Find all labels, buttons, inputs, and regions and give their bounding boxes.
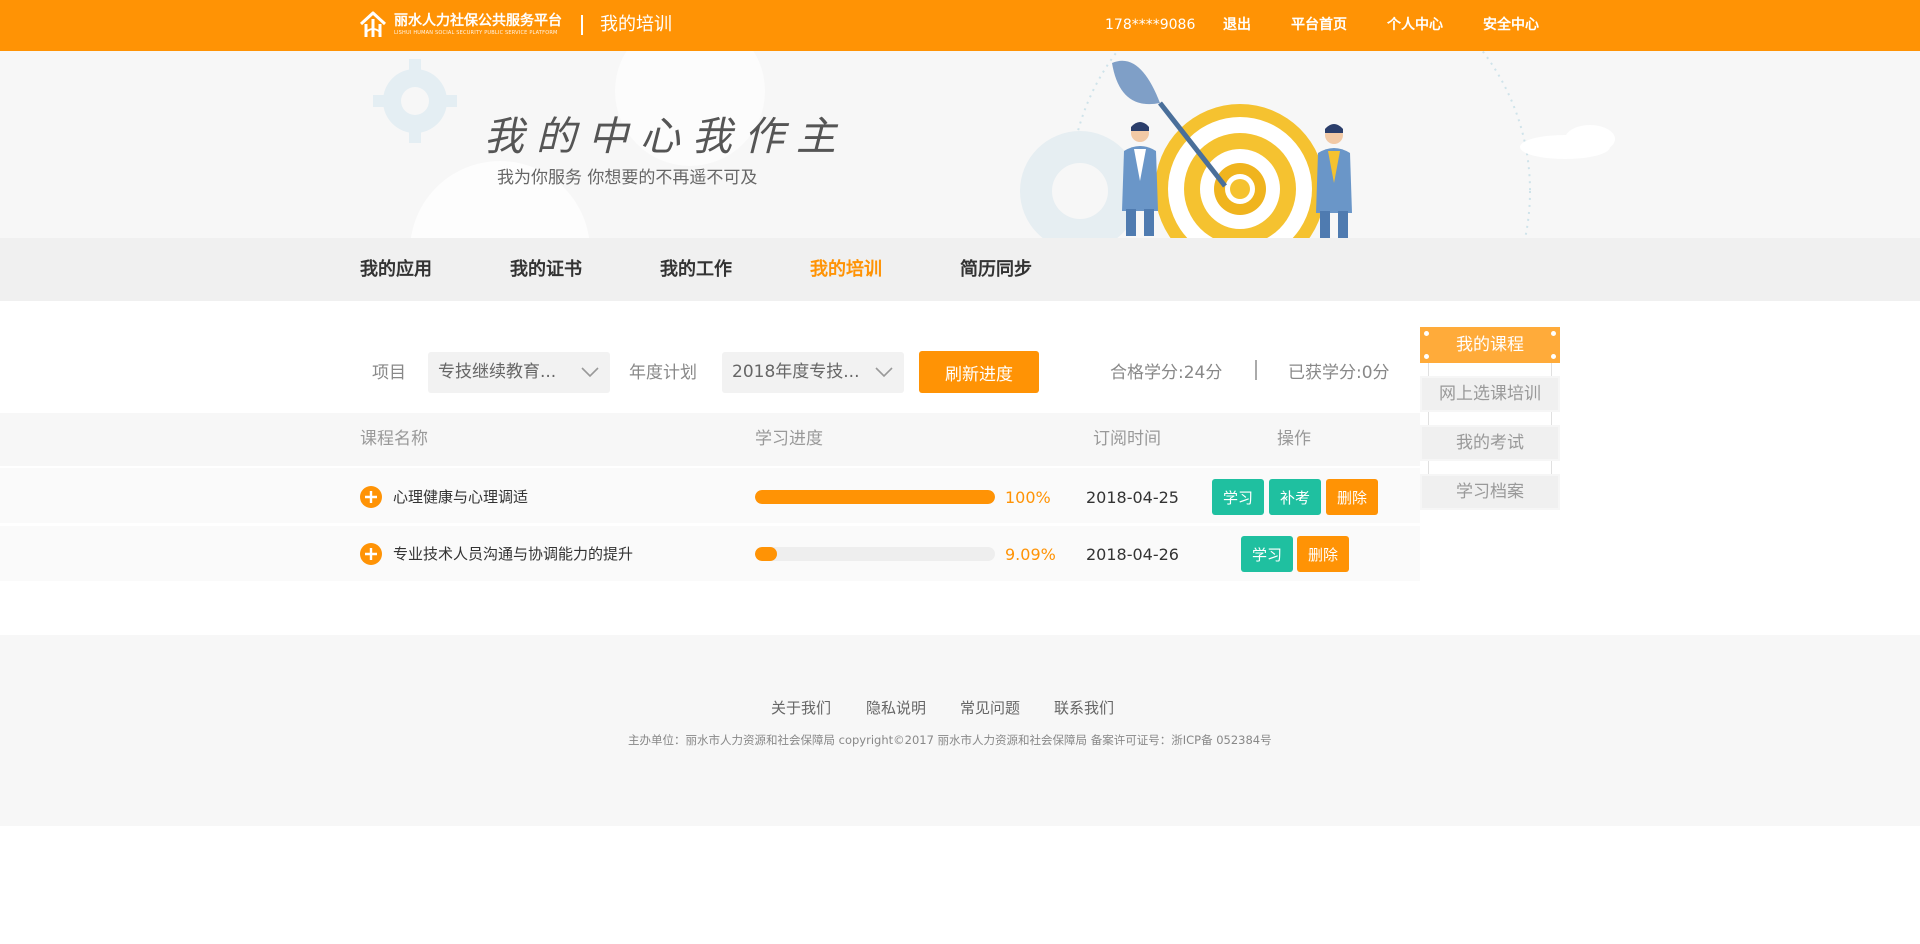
progress-bar <box>755 490 995 504</box>
delete-button[interactable]: 删除 <box>1297 536 1349 572</box>
subscribe-date: 2018-04-26 <box>1086 545 1179 564</box>
table-row <box>0 526 1420 581</box>
project-select-value: 专技继续教育... <box>438 362 557 382</box>
annual-plan-label: 年度计划 <box>629 363 697 383</box>
businessman-left-icon <box>1122 122 1158 236</box>
about-us-link[interactable]: 关于我们 <box>771 698 831 718</box>
footer: 关于我们 隐私说明 常见问题 联系我们 主办单位：丽水市人力资源和社会保障局 c… <box>0 635 1920 826</box>
progress-bar <box>755 547 995 561</box>
faq-link[interactable]: 常见问题 <box>960 698 1020 718</box>
study-button[interactable]: 学习 <box>1241 536 1293 572</box>
platform-logo[interactable]: 丽水人力社保公共服务平台 LISHUI HUMAN SOCIAL SECURIT… <box>358 9 562 41</box>
expand-plus-icon[interactable] <box>360 486 382 508</box>
tab-my-work[interactable]: 我的工作 <box>660 258 732 282</box>
side-item-label: 我的考试 <box>1456 433 1524 453</box>
project-label: 项目 <box>372 363 406 383</box>
tab-my-certificates[interactable]: 我的证书 <box>510 258 582 282</box>
side-item-label: 网上选课培训 <box>1439 384 1541 404</box>
column-actions: 操作 <box>1277 429 1311 449</box>
column-course-name: 课程名称 <box>360 429 428 449</box>
progress-percent: 100% <box>1005 488 1051 507</box>
banner-slogan: 我的中心我作主 <box>484 114 848 160</box>
qualified-credit: 合格学分:24分 <box>1110 363 1223 383</box>
study-button[interactable]: 学习 <box>1212 479 1264 515</box>
privacy-link[interactable]: 隐私说明 <box>866 698 926 718</box>
course-name[interactable]: 心理健康与心理调适 <box>393 487 528 507</box>
refresh-progress-button[interactable]: 刷新进度 <box>919 351 1039 393</box>
tab-my-apps[interactable]: 我的应用 <box>360 258 432 282</box>
progress-percent: 9.09% <box>1005 545 1056 564</box>
title-divider <box>581 15 583 35</box>
personal-center-link[interactable]: 个人中心 <box>1387 16 1443 34</box>
table-header <box>0 413 1420 466</box>
subscribe-date: 2018-04-25 <box>1086 488 1179 507</box>
course-name[interactable]: 专业技术人员沟通与协调能力的提升 <box>393 544 633 564</box>
banner-subtitle: 我为你服务 你想要的不再遥不可及 <box>497 168 758 188</box>
top-bar: 丽水人力社保公共服务平台 LISHUI HUMAN SOCIAL SECURIT… <box>0 0 1920 51</box>
earned-credit: 已获学分:0分 <box>1288 363 1390 383</box>
side-item-study-records[interactable]: 学习档案 <box>1420 474 1560 510</box>
project-select[interactable]: 专技继续教育... <box>428 352 610 393</box>
annual-plan-select-value: 2018年度专技... <box>732 362 860 382</box>
chevron-down-icon <box>875 367 893 378</box>
copyright-text: 主办单位：丽水市人力资源和社会保障局 copyright©2017 丽水市人力资… <box>628 733 1272 747</box>
side-item-my-courses[interactable]: 我的课程 <box>1420 327 1560 363</box>
page-title: 我的培训 <box>600 14 672 35</box>
platform-home-link[interactable]: 平台首页 <box>1291 16 1347 34</box>
banner-illustration <box>373 51 1615 238</box>
expand-plus-icon[interactable] <box>360 543 382 565</box>
chevron-down-icon <box>581 367 599 378</box>
platform-logo-icon <box>359 11 387 37</box>
progress-bar-fill <box>755 547 777 561</box>
progress-bar-fill <box>755 490 995 504</box>
logo-name: 丽水人力社保公共服务平台 <box>394 13 562 29</box>
tab-resume-sync[interactable]: 简历同步 <box>960 258 1032 282</box>
category-nav: 我的应用 我的证书 我的工作 我的培训 简历同步 <box>0 238 1920 301</box>
credit-divider <box>1255 360 1257 380</box>
side-item-label: 学习档案 <box>1456 482 1524 502</box>
delete-button[interactable]: 删除 <box>1326 479 1378 515</box>
tab-my-training[interactable]: 我的培训 <box>810 258 882 282</box>
logout-link[interactable]: 退出 <box>1223 16 1251 34</box>
user-phone: 178****9086 <box>1105 17 1196 33</box>
businessman-right-icon <box>1316 124 1352 238</box>
side-item-my-exams[interactable]: 我的考试 <box>1420 425 1560 461</box>
target-icon <box>1155 104 1325 238</box>
makeup-exam-button[interactable]: 补考 <box>1269 479 1321 515</box>
table-row <box>0 468 1420 523</box>
column-progress: 学习进度 <box>755 429 823 449</box>
logo-name-en: LISHUI HUMAN SOCIAL SECURITY PUBLIC SERV… <box>394 30 558 36</box>
security-center-link[interactable]: 安全中心 <box>1483 16 1539 34</box>
annual-plan-select[interactable]: 2018年度专技... <box>722 352 904 393</box>
side-item-online-course-selection[interactable]: 网上选课培训 <box>1420 376 1560 412</box>
banner: 我的中心我作主 我为你服务 你想要的不再遥不可及 <box>0 51 1920 238</box>
contact-us-link[interactable]: 联系我们 <box>1054 698 1114 718</box>
column-subscribe-time: 订阅时间 <box>1093 429 1161 449</box>
side-item-label: 我的课程 <box>1456 335 1524 355</box>
gear-icon <box>373 59 457 143</box>
